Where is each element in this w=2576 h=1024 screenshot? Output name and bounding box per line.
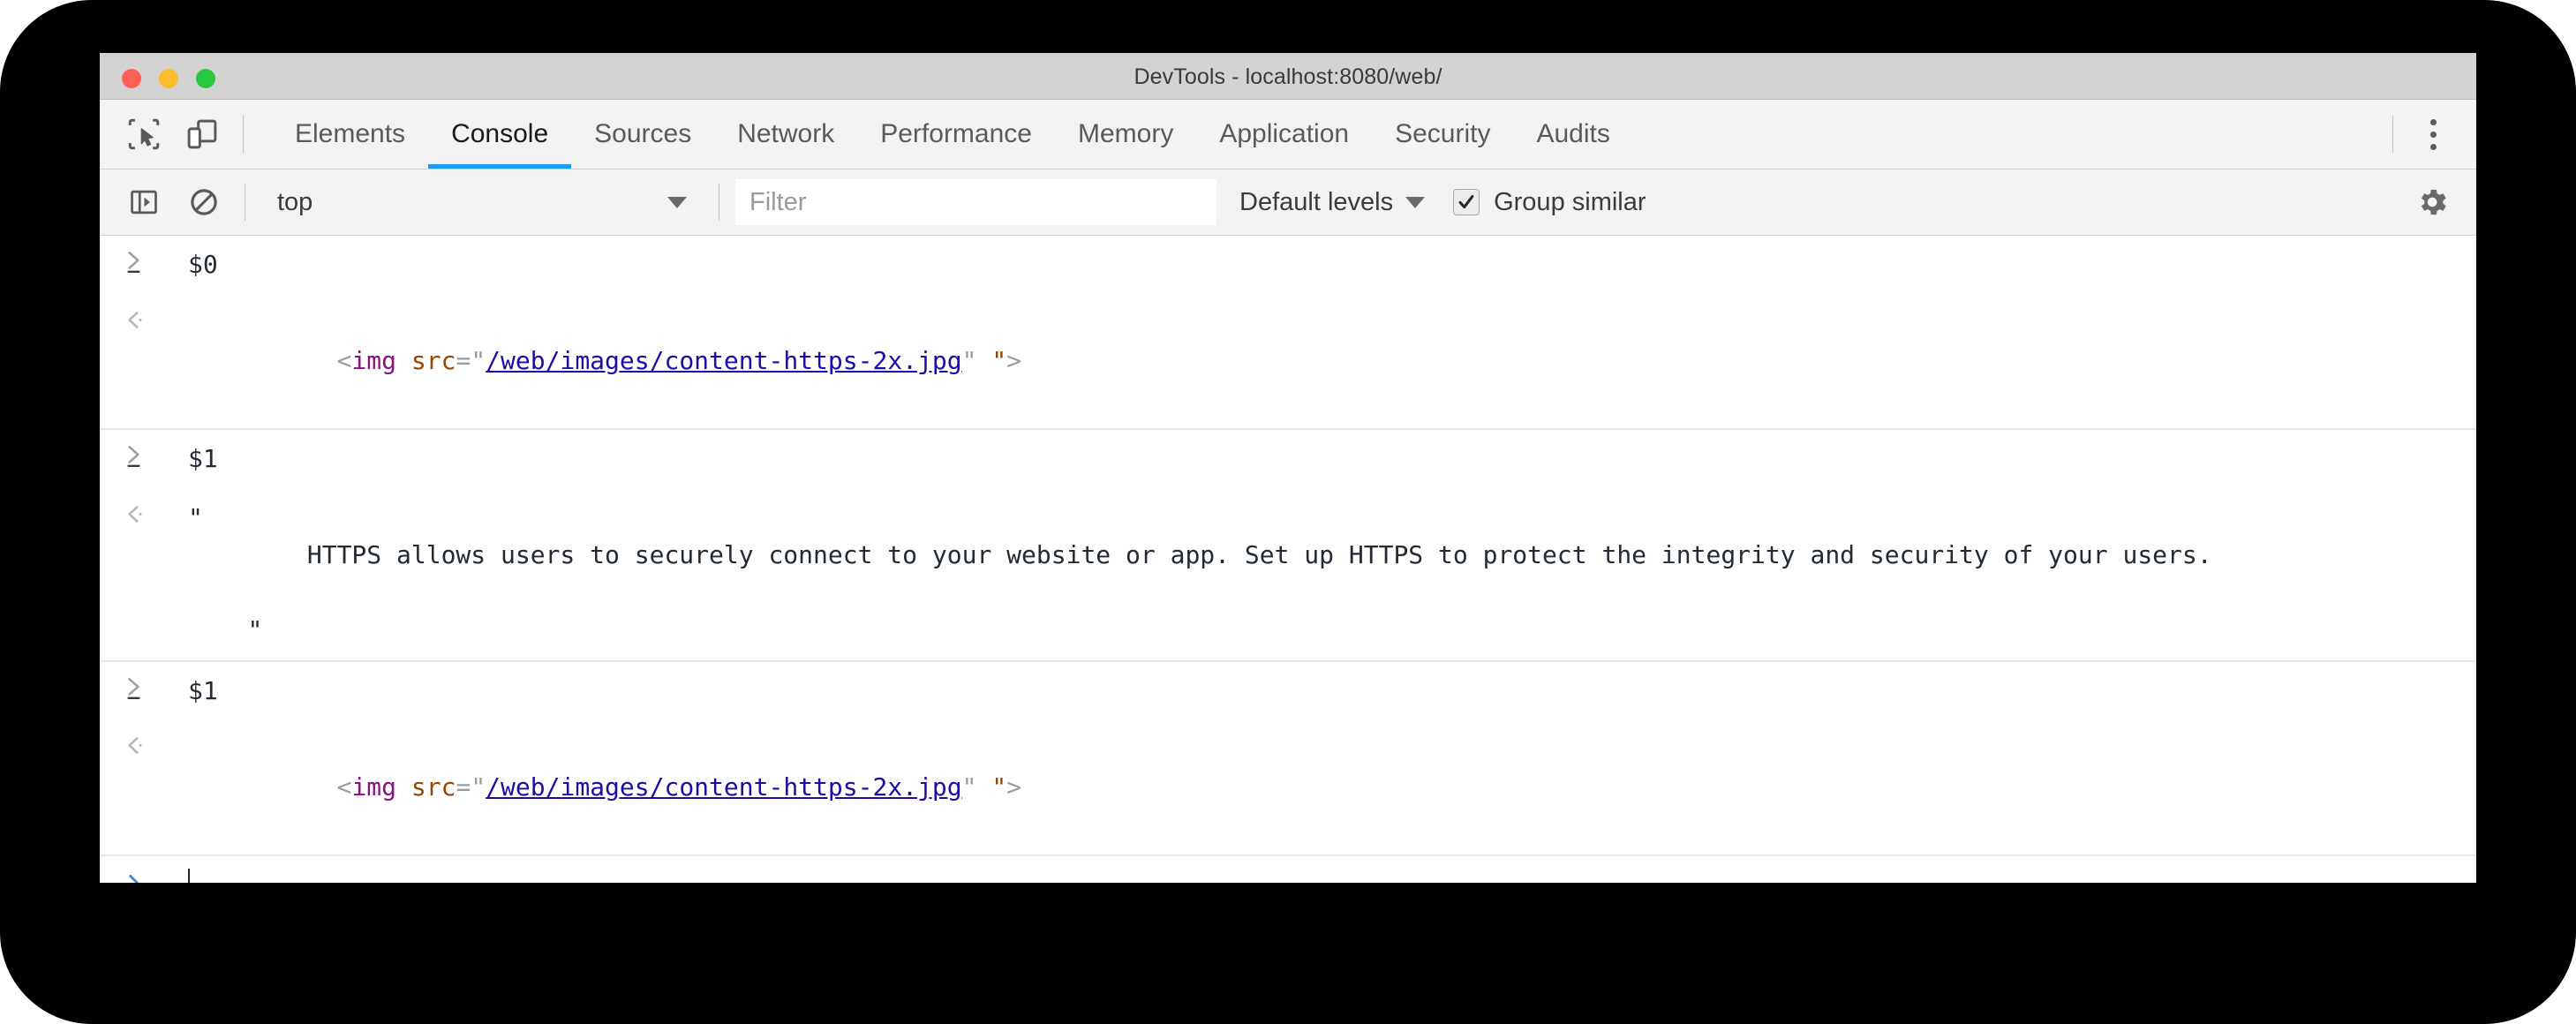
devtools-tabbar: Elements Console Sources Network Perform… [100, 100, 2476, 169]
console-prompt-row[interactable] [100, 856, 2476, 883]
token-tag-close: > [1006, 346, 1022, 376]
tab-security[interactable]: Security [1372, 100, 1513, 169]
outer-frame: DevTools - localhost:8080/web/ Elements … [0, 0, 2576, 1024]
console-text-cursor [188, 869, 190, 883]
token-tag: img [351, 772, 397, 802]
tabbar-divider-right [2392, 116, 2393, 153]
devtools-window: DevTools - localhost:8080/web/ Elements … [100, 53, 2476, 883]
image-src-link[interactable]: /web/images/content-https-2x.jpg [486, 346, 961, 375]
token-quote-close: " [961, 346, 977, 376]
token-punct: < [336, 346, 352, 376]
execution-context-select[interactable]: top [261, 181, 703, 223]
tab-label: Security [1395, 119, 1491, 148]
token-punct: < [336, 772, 352, 802]
console-output-row[interactable]: <img src="/web/images/content-https-2x.j… [100, 720, 2476, 857]
console-output-marker [100, 731, 169, 759]
tab-label: Network [737, 119, 835, 148]
token-quote-open: " [471, 772, 486, 802]
device-toolbar-icon[interactable] [177, 109, 227, 159]
tab-label: Performance [880, 119, 1032, 148]
console-output-marker [100, 500, 169, 528]
kebab-dot [2429, 143, 2437, 150]
tab-label: Memory [1077, 119, 1174, 148]
chevron-down-icon [667, 196, 687, 208]
log-levels-label: Default levels [1239, 187, 1394, 216]
tab-sources[interactable]: Sources [571, 100, 714, 169]
group-similar-toggle[interactable]: Group similar [1453, 188, 1646, 217]
console-input-row[interactable]: $1 [100, 430, 2476, 489]
image-src-link[interactable]: /web/images/content-https-2x.jpg [486, 772, 961, 802]
execution-context-label: top [277, 187, 313, 216]
token-quote-open: " [471, 346, 486, 376]
console-output-html: <img src="/web/images/content-https-2x.j… [169, 731, 2476, 844]
console-prompt-marker [100, 871, 169, 883]
tab-label: Application [1219, 119, 1350, 148]
console-output-marker [100, 305, 169, 334]
group-similar-label: Group similar [1494, 187, 1646, 216]
tabbar-right-group [2376, 109, 2476, 159]
clear-console-icon[interactable] [179, 177, 229, 227]
console-input-marker [100, 246, 169, 275]
kebab-dot [2429, 131, 2437, 138]
tab-label: Sources [594, 119, 692, 148]
token-equals: = [456, 346, 471, 376]
token-tag: img [351, 346, 397, 376]
tab-label: Elements [295, 119, 406, 148]
filter-input[interactable] [735, 179, 1216, 225]
window-title: DevTools - localhost:8080/web/ [1134, 64, 1442, 89]
kebab-dot [2429, 118, 2437, 125]
token-equals: = [456, 772, 471, 802]
token-quote-close: " [961, 772, 977, 802]
tabbar-divider [243, 116, 244, 153]
console-input-row[interactable]: $1 [100, 662, 2476, 721]
tab-application[interactable]: Application [1196, 100, 1372, 169]
token-attribute: src [411, 772, 456, 802]
token-attribute: src [411, 346, 456, 376]
console-input-marker [100, 440, 169, 469]
chevron-down-icon [1405, 196, 1426, 208]
tab-label: Audits [1536, 119, 1610, 148]
console-toolbar: top Default levels Group similar [100, 169, 2476, 236]
settings-gear-icon[interactable] [2409, 179, 2455, 225]
tab-audits[interactable]: Audits [1513, 100, 1632, 169]
panel-tabs: Elements Console Sources Network Perform… [272, 100, 1633, 169]
group-similar-checkbox[interactable] [1453, 189, 1480, 215]
log-levels-select[interactable]: Default levels [1239, 187, 1426, 217]
console-input-row[interactable]: $0 [100, 236, 2476, 295]
tab-performance[interactable]: Performance [857, 100, 1055, 169]
tab-elements[interactable]: Elements [272, 100, 428, 169]
console-output-html: <img src="/web/images/content-https-2x.j… [169, 305, 2476, 418]
tab-label: Console [451, 119, 549, 148]
token-trailing-quote: " [991, 772, 1007, 802]
console-output-row[interactable]: " HTTPS allows users to securely connect… [100, 489, 2476, 662]
tab-memory[interactable]: Memory [1055, 100, 1196, 169]
console-input-marker [100, 673, 169, 701]
console-output-string: " HTTPS allows users to securely connect… [188, 502, 2212, 645]
tab-network[interactable]: Network [714, 100, 857, 169]
inspect-element-icon[interactable] [119, 109, 169, 159]
window-titlebar: DevTools - localhost:8080/web/ [100, 53, 2476, 100]
console-input-text: $0 [188, 250, 218, 279]
token-trailing-quote: " [991, 346, 1007, 376]
tab-console[interactable]: Console [428, 100, 572, 169]
console-input-text: $1 [188, 675, 218, 705]
console-output-row[interactable]: <img src="/web/images/content-https-2x.j… [100, 295, 2476, 431]
more-options-icon[interactable] [2409, 109, 2457, 159]
console-input-text: $1 [188, 444, 218, 474]
token-tag-close: > [1006, 772, 1022, 802]
console-sidebar-icon[interactable] [119, 177, 169, 227]
console-output[interactable]: $0 <img src="/web/images/content-https-2… [100, 236, 2476, 883]
